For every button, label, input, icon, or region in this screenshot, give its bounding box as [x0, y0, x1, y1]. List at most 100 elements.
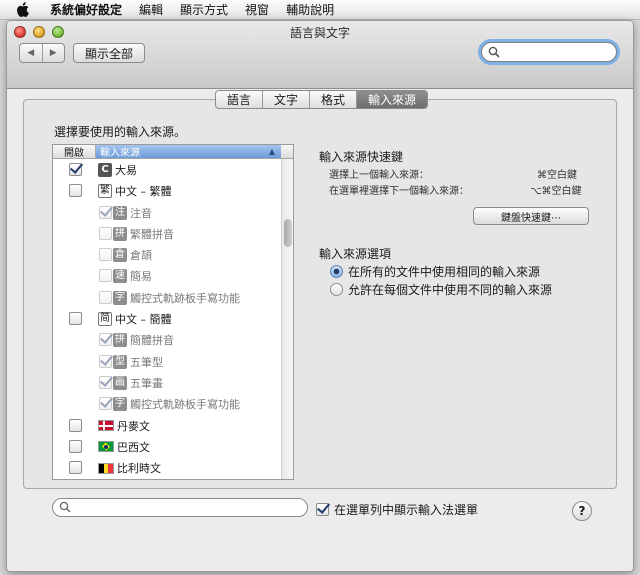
list-rows: C 大易繁中文 – 繁體注注音拼繁體拼音倉倉頡速簡易字觸控式軌跡板手寫功能简中文 … [53, 159, 293, 478]
enable-checkbox[interactable] [69, 418, 82, 432]
list-item[interactable]: 注注音 [53, 202, 293, 223]
radio-same-source-label: 在所有的文件中使用相同的輸入來源 [348, 265, 541, 279]
input-source-list[interactable]: 開啟 輸入來源 ▲ C 大易繁中文 – 繁體注注音拼繁體拼音倉倉頡速簡易字觸控式軌… [52, 144, 294, 480]
show-all-button[interactable]: 顯示全部 [73, 43, 145, 63]
tab-language[interactable]: 語言 [216, 91, 262, 108]
enable-checkbox[interactable] [99, 397, 112, 411]
menu-view[interactable]: 顯示方式 [180, 1, 228, 18]
menu-system-preferences[interactable]: 系統偏好設定 [50, 1, 122, 18]
radio-per-document[interactable]: 允許在每個文件中使用不同的輸入來源 [330, 281, 552, 298]
list-item-content: 简中文 – 簡體 [98, 311, 172, 327]
input-source-icon: 字 [113, 397, 127, 412]
list-item[interactable]: 倉倉頡 [53, 244, 293, 265]
list-item[interactable]: 拼繁體拼音 [53, 223, 293, 244]
list-item[interactable]: 画五筆畫 [53, 372, 293, 393]
forward-button[interactable]: ▶ [41, 44, 65, 62]
list-scrollbar[interactable] [281, 159, 293, 479]
chevron-left-icon: ◀ [27, 48, 35, 58]
menu-help[interactable]: 輔助說明 [286, 1, 334, 18]
tab-input-sources[interactable]: 輸入來源 [356, 91, 428, 108]
list-item[interactable]: 比利時文 [53, 457, 293, 478]
enable-checkbox[interactable] [99, 269, 112, 283]
list-item[interactable]: 速簡易 [53, 265, 293, 286]
list-item[interactable]: 丹麥文 [53, 415, 293, 436]
list-item-checkbox-slot [69, 312, 82, 326]
list-item[interactable]: 字觸控式軌跡板手寫功能 [53, 393, 293, 414]
list-item-checkbox-slot [69, 184, 82, 198]
list-item[interactable]: 繁中文 – 繁體 [53, 180, 293, 201]
tab-formats[interactable]: 格式 [309, 91, 356, 108]
list-item-content: 拼簡體拼音 [113, 332, 174, 348]
search-icon [488, 46, 500, 61]
flag-belgium-icon [98, 462, 114, 474]
enable-checkbox[interactable] [69, 461, 82, 475]
enable-checkbox[interactable] [69, 184, 82, 198]
input-source-icon: 速 [113, 269, 127, 284]
list-item-label: 丹麥文 [117, 419, 150, 433]
list-item-checkbox-slot [69, 439, 82, 453]
radio-per-document-label: 允許在每個文件中使用不同的輸入來源 [348, 283, 553, 297]
column-header-source[interactable]: 輸入來源 ▲ [96, 145, 281, 159]
list-item[interactable]: 拼簡體拼音 [53, 329, 293, 350]
enable-checkbox[interactable] [99, 354, 112, 368]
tab-text[interactable]: 文字 [262, 91, 309, 108]
list-item[interactable]: C 大易 [53, 159, 293, 180]
list-item-content: 拼繁體拼音 [113, 226, 174, 242]
list-item[interactable]: 简中文 – 簡體 [53, 308, 293, 329]
list-item-checkbox-slot [69, 163, 82, 176]
list-item-label: 觸控式軌跡板手寫功能 [130, 291, 240, 305]
list-item-checkbox-slot [99, 269, 112, 283]
list-item[interactable]: 型五筆型 [53, 351, 293, 372]
shortcut-prev-keys: ⌘空白鍵 [537, 170, 577, 181]
input-sources-prompt: 選擇要使用的輸入來源。 [54, 125, 187, 139]
keyboard-shortcuts-button[interactable]: 鍵盤快速鍵⋯ [473, 207, 589, 225]
apple-icon[interactable] [14, 1, 30, 19]
scrollbar-thumb[interactable] [284, 219, 292, 247]
input-source-icon: 拼 [113, 226, 127, 241]
window-title: 語言與文字 [289, 26, 350, 40]
input-source-search-field[interactable] [52, 498, 308, 517]
menubar: 系統偏好設定 編輯 顯示方式 視窗 輔助說明 [0, 0, 640, 20]
list-item-content: 繁中文 – 繁體 [98, 183, 172, 199]
enable-checkbox[interactable] [99, 375, 112, 389]
flag-denmark-icon [98, 420, 114, 432]
menu-window[interactable]: 視窗 [245, 1, 269, 18]
input-source-icon: 型 [113, 354, 127, 369]
input-source-icon: 倉 [113, 248, 127, 263]
list-item-checkbox-slot [69, 461, 82, 475]
input-source-icon: 字 [113, 290, 127, 305]
radio-same-source[interactable]: 在所有的文件中使用相同的輸入來源 [330, 263, 540, 280]
radio-button[interactable] [330, 283, 343, 296]
back-button[interactable]: ◀ [20, 44, 42, 62]
enable-checkbox[interactable] [69, 312, 82, 326]
show-input-menu-checkbox[interactable]: 在選單列中顯示輸入法選單 [316, 501, 478, 518]
list-item-label: 注音 [130, 206, 152, 220]
input-source-icon: C [98, 163, 112, 177]
enable-checkbox[interactable] [99, 226, 112, 240]
enable-checkbox[interactable] [99, 205, 112, 219]
list-item-content: 倉倉頡 [113, 247, 152, 263]
radio-button-selected[interactable] [330, 265, 343, 278]
help-button[interactable]: ? [572, 501, 592, 521]
sort-ascending-icon: ▲ [268, 147, 275, 156]
list-item[interactable]: 巴西文 [53, 436, 293, 457]
menu-edit[interactable]: 編輯 [139, 1, 163, 18]
list-item-checkbox-slot [99, 375, 112, 389]
column-header-enable[interactable]: 開啟 [53, 145, 96, 159]
column-header-source-label: 輸入來源 [100, 148, 140, 159]
enable-checkbox[interactable] [99, 290, 112, 304]
list-item[interactable]: 字觸控式軌跡板手寫功能 [53, 287, 293, 308]
list-item-content: 巴西文 [98, 439, 150, 455]
enable-checkbox[interactable] [99, 333, 112, 347]
enable-checkbox[interactable] [69, 439, 82, 453]
enable-checkbox[interactable] [99, 248, 112, 262]
list-header: 開啟 輸入來源 ▲ [53, 145, 293, 159]
list-item-checkbox-slot [99, 205, 112, 219]
list-item-label: 五筆型 [130, 355, 163, 369]
search-field[interactable] [481, 42, 617, 62]
enable-checkbox[interactable] [69, 163, 82, 176]
checkbox[interactable] [316, 503, 329, 516]
list-item-content: 字觸控式軌跡板手寫功能 [113, 290, 240, 306]
nav-segmented-control: ◀ ▶ [19, 43, 65, 63]
list-item-content: 丹麥文 [98, 418, 150, 434]
